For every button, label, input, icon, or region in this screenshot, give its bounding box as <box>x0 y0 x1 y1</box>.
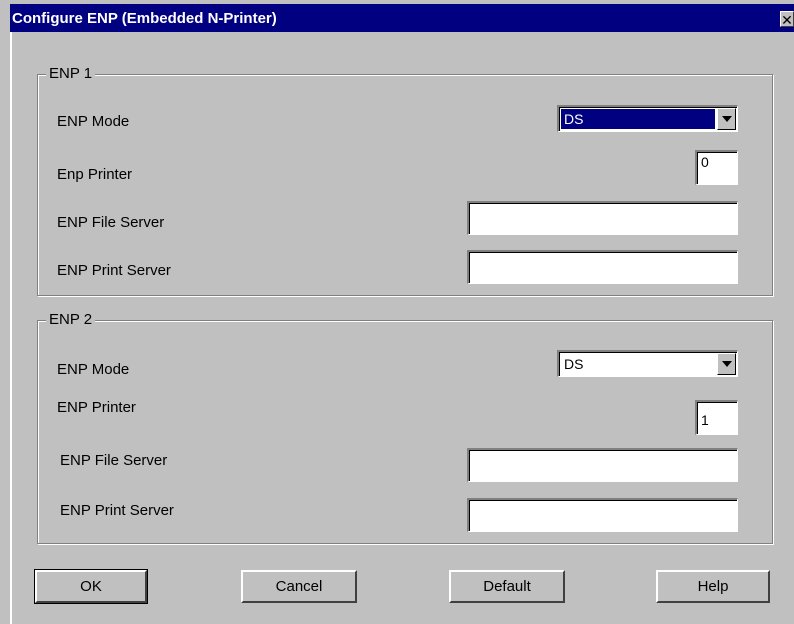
enp1-print-server-label: ENP Print Server <box>57 262 171 279</box>
chevron-down-icon[interactable] <box>717 108 736 130</box>
default-button[interactable]: Default <box>449 570 565 603</box>
dialog-left-edge <box>10 32 12 624</box>
enp2-legend: ENP 2 <box>46 311 96 329</box>
enp1-file-server-label: ENP File Server <box>57 214 165 231</box>
close-icon[interactable]: ✕ <box>780 11 794 27</box>
chevron-down-icon[interactable] <box>717 353 736 375</box>
enp2-mode-select[interactable]: DS <box>557 350 738 377</box>
enp1-legend: ENP 1 <box>46 65 96 83</box>
enp1-printer-field[interactable]: 0 <box>695 150 738 185</box>
enp2-print-server-field[interactable] <box>467 498 738 532</box>
enp2-printer-label: ENP Printer <box>57 399 136 416</box>
enp2-mode-label: ENP Mode <box>57 361 130 378</box>
enp2-print-server-label: ENP Print Server <box>60 502 174 519</box>
title-bar[interactable]: Configure ENP (Embedded N-Printer) ✕ <box>10 4 794 32</box>
enp2-file-server-label: ENP File Server <box>60 452 168 469</box>
enp1-print-server-field[interactable] <box>467 250 738 284</box>
enp1-mode-select[interactable]: DS <box>557 105 738 132</box>
ok-button[interactable]: OK <box>34 569 148 604</box>
enp2-mode-value: DS <box>564 356 584 372</box>
cancel-button[interactable]: Cancel <box>241 570 357 603</box>
enp1-file-server-field[interactable] <box>467 201 738 235</box>
enp1-mode-value: DS <box>561 109 715 129</box>
enp1-mode-label: ENP Mode <box>57 113 130 130</box>
enp2-file-server-field[interactable] <box>467 448 738 482</box>
enp2-printer-field[interactable]: 1 <box>695 400 738 435</box>
help-button[interactable]: Help <box>656 570 770 603</box>
window-title: Configure ENP (Embedded N-Printer) <box>12 10 277 27</box>
enp1-printer-label: Enp Printer <box>57 166 133 183</box>
